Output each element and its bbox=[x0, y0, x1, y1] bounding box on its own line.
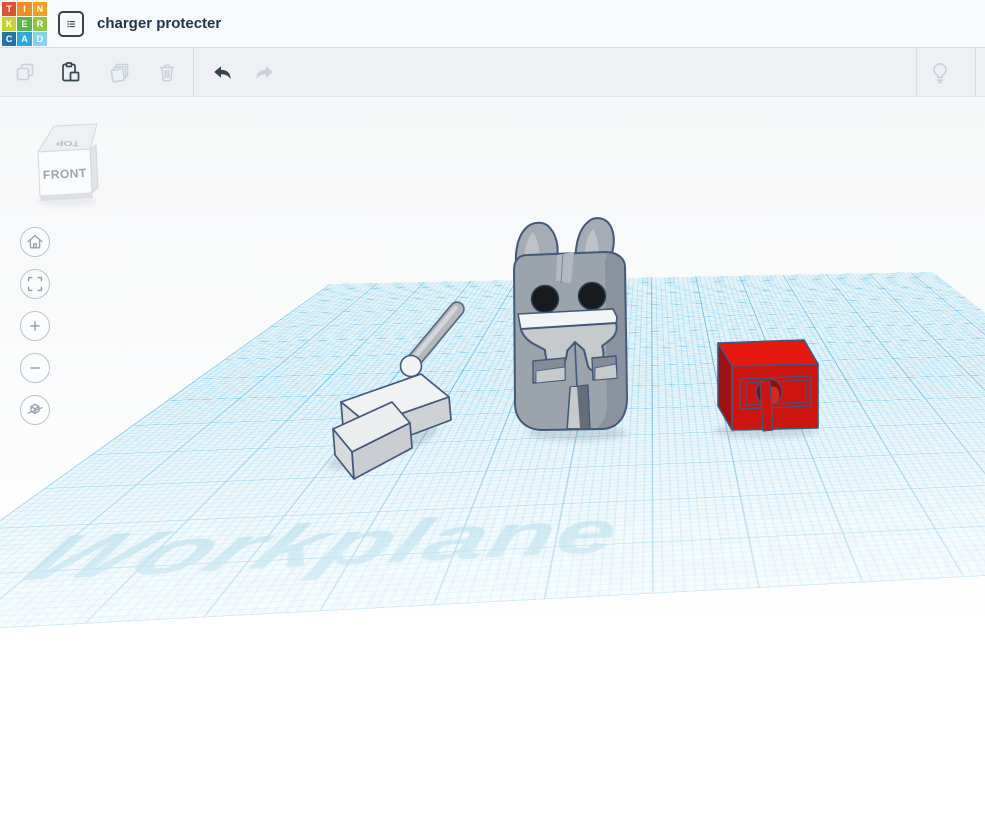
logo-cell: C bbox=[2, 32, 17, 47]
toolbar-divider bbox=[975, 48, 976, 96]
view-nav bbox=[20, 227, 50, 425]
logo-cell: N bbox=[32, 1, 47, 16]
zoom-in-button[interactable] bbox=[20, 311, 50, 341]
plus-icon bbox=[30, 321, 40, 331]
design-menu-button[interactable] bbox=[58, 10, 84, 37]
logo-cell: T bbox=[2, 1, 17, 16]
projection-cube-icon bbox=[27, 403, 43, 415]
copy-icon bbox=[16, 63, 34, 81]
top-bar: T I N K E R C A D charger protecter bbox=[0, 0, 985, 48]
toolbar-divider bbox=[916, 48, 917, 96]
view-cube-top-face[interactable] bbox=[37, 123, 98, 153]
lightbulb-icon bbox=[933, 63, 947, 84]
view-cube-front-label: FRONT bbox=[43, 166, 88, 182]
list-icon bbox=[67, 20, 75, 27]
zoom-out-button[interactable] bbox=[20, 353, 50, 383]
logo-cell: R bbox=[32, 16, 47, 32]
paste-button[interactable] bbox=[50, 52, 90, 92]
switch-projection-button[interactable] bbox=[20, 395, 50, 425]
logo-cell: I bbox=[17, 1, 32, 16]
view-cube[interactable]: TOP FRONT bbox=[25, 115, 105, 210]
logo-cell: D bbox=[32, 32, 47, 47]
workplane-label: Workplane bbox=[0, 500, 620, 598]
tinkercad-logo[interactable]: T I N K E R C A D bbox=[2, 1, 47, 47]
tinkercad-editor: Workplane TOP FRONT T I N K E R C A D ch… bbox=[0, 0, 985, 820]
tips-button[interactable] bbox=[920, 52, 960, 92]
design-title[interactable]: charger protecter bbox=[97, 15, 221, 32]
duplicate-icon bbox=[110, 63, 129, 83]
trash-icon bbox=[159, 64, 175, 82]
minus-icon bbox=[30, 367, 40, 369]
logo-cell: A bbox=[17, 32, 32, 47]
duplicate-button[interactable] bbox=[100, 52, 140, 92]
fit-view-icon bbox=[27, 276, 43, 292]
toolbar-divider bbox=[193, 48, 194, 96]
comments-button[interactable] bbox=[979, 52, 985, 92]
delete-button[interactable] bbox=[147, 52, 187, 92]
copy-button[interactable] bbox=[5, 52, 45, 92]
home-view-button[interactable] bbox=[20, 227, 50, 257]
view-cube-top-label: TOP bbox=[55, 138, 80, 147]
undo-icon bbox=[214, 66, 231, 80]
paste-icon bbox=[62, 62, 80, 82]
redo-icon bbox=[256, 66, 273, 80]
logo-cell: K bbox=[2, 16, 17, 32]
toolbar bbox=[0, 48, 985, 97]
home-icon bbox=[27, 234, 43, 249]
redo-button[interactable] bbox=[245, 52, 285, 92]
logo-cell: E bbox=[17, 16, 32, 32]
undo-button[interactable] bbox=[202, 52, 242, 92]
fit-view-button[interactable] bbox=[20, 269, 50, 299]
